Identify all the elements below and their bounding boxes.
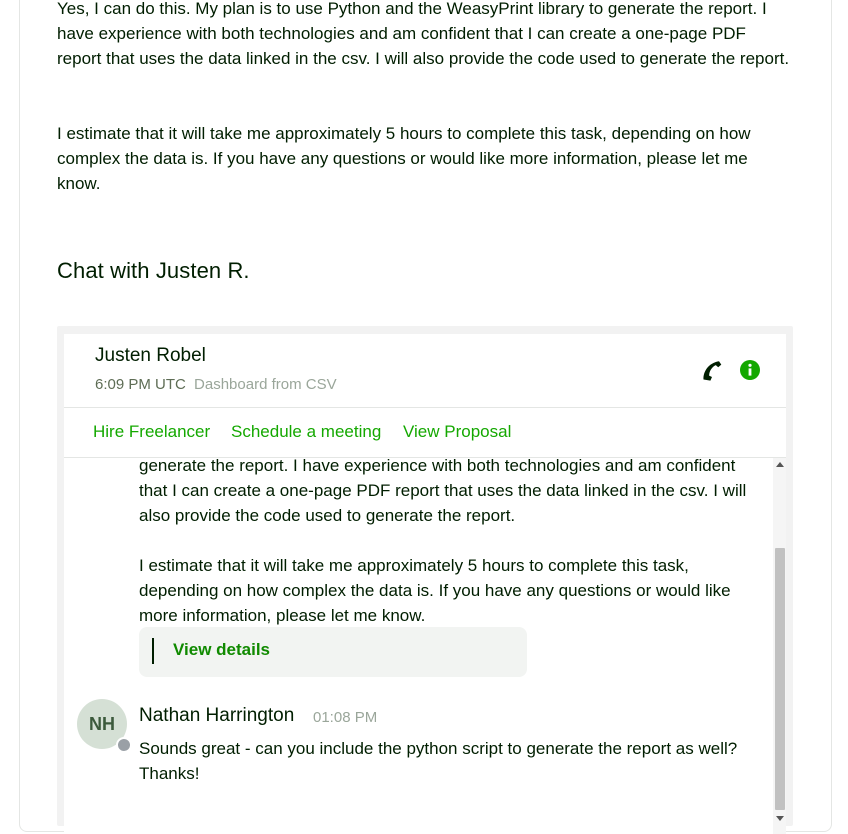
chat-header: Justen Robel 6:09 PM UTC Dashboard from … xyxy=(64,334,786,408)
chat-heading: Chat with Justen R. xyxy=(57,258,250,283)
scroll-up-arrow-icon[interactable] xyxy=(776,462,784,467)
proposal-paragraph: Yes, I can do this. My plan is to use Py… xyxy=(57,0,790,68)
message-text: Sounds great - can you include the pytho… xyxy=(139,739,738,783)
contact-topic: Dashboard from CSV xyxy=(194,376,337,393)
view-details-link[interactable]: View details xyxy=(173,640,270,660)
chat-action-bar: Hire Freelancer Schedule a meeting View … xyxy=(64,408,786,458)
proposal-paragraph: I estimate that it will take me approxim… xyxy=(57,124,756,193)
message-timestamp: 01:08 PM xyxy=(313,709,378,726)
hire-freelancer-link[interactable]: Hire Freelancer xyxy=(93,422,210,442)
message-list[interactable]: generate the report. I have experience w… xyxy=(64,458,786,834)
scrollbar-thumb[interactable] xyxy=(775,548,785,810)
contact-local-time: 6:09 PM UTC xyxy=(95,376,186,393)
message-text: I estimate that it will take me approxim… xyxy=(139,556,731,625)
phone-icon[interactable] xyxy=(700,358,724,382)
view-details-card[interactable]: View details xyxy=(139,627,527,677)
chat-panel: Justen Robel 6:09 PM UTC Dashboard from … xyxy=(64,334,786,834)
scroll-down-arrow-icon[interactable] xyxy=(776,816,784,821)
info-icon[interactable] xyxy=(740,360,760,380)
quote-bar xyxy=(152,638,154,664)
view-proposal-link[interactable]: View Proposal xyxy=(403,422,511,442)
sender-name: Nathan Harrington xyxy=(139,705,295,726)
contact-meta: 6:09 PM UTC Dashboard from CSV xyxy=(95,376,337,393)
scrollbar[interactable] xyxy=(773,458,786,834)
chat-widget: Justen Robel 6:09 PM UTC Dashboard from … xyxy=(57,326,793,834)
schedule-meeting-link[interactable]: Schedule a meeting xyxy=(231,422,381,442)
message-text: generate the report. I have experience w… xyxy=(139,458,747,525)
contact-name: Justen Robel xyxy=(95,345,206,366)
status-badge xyxy=(116,737,132,753)
